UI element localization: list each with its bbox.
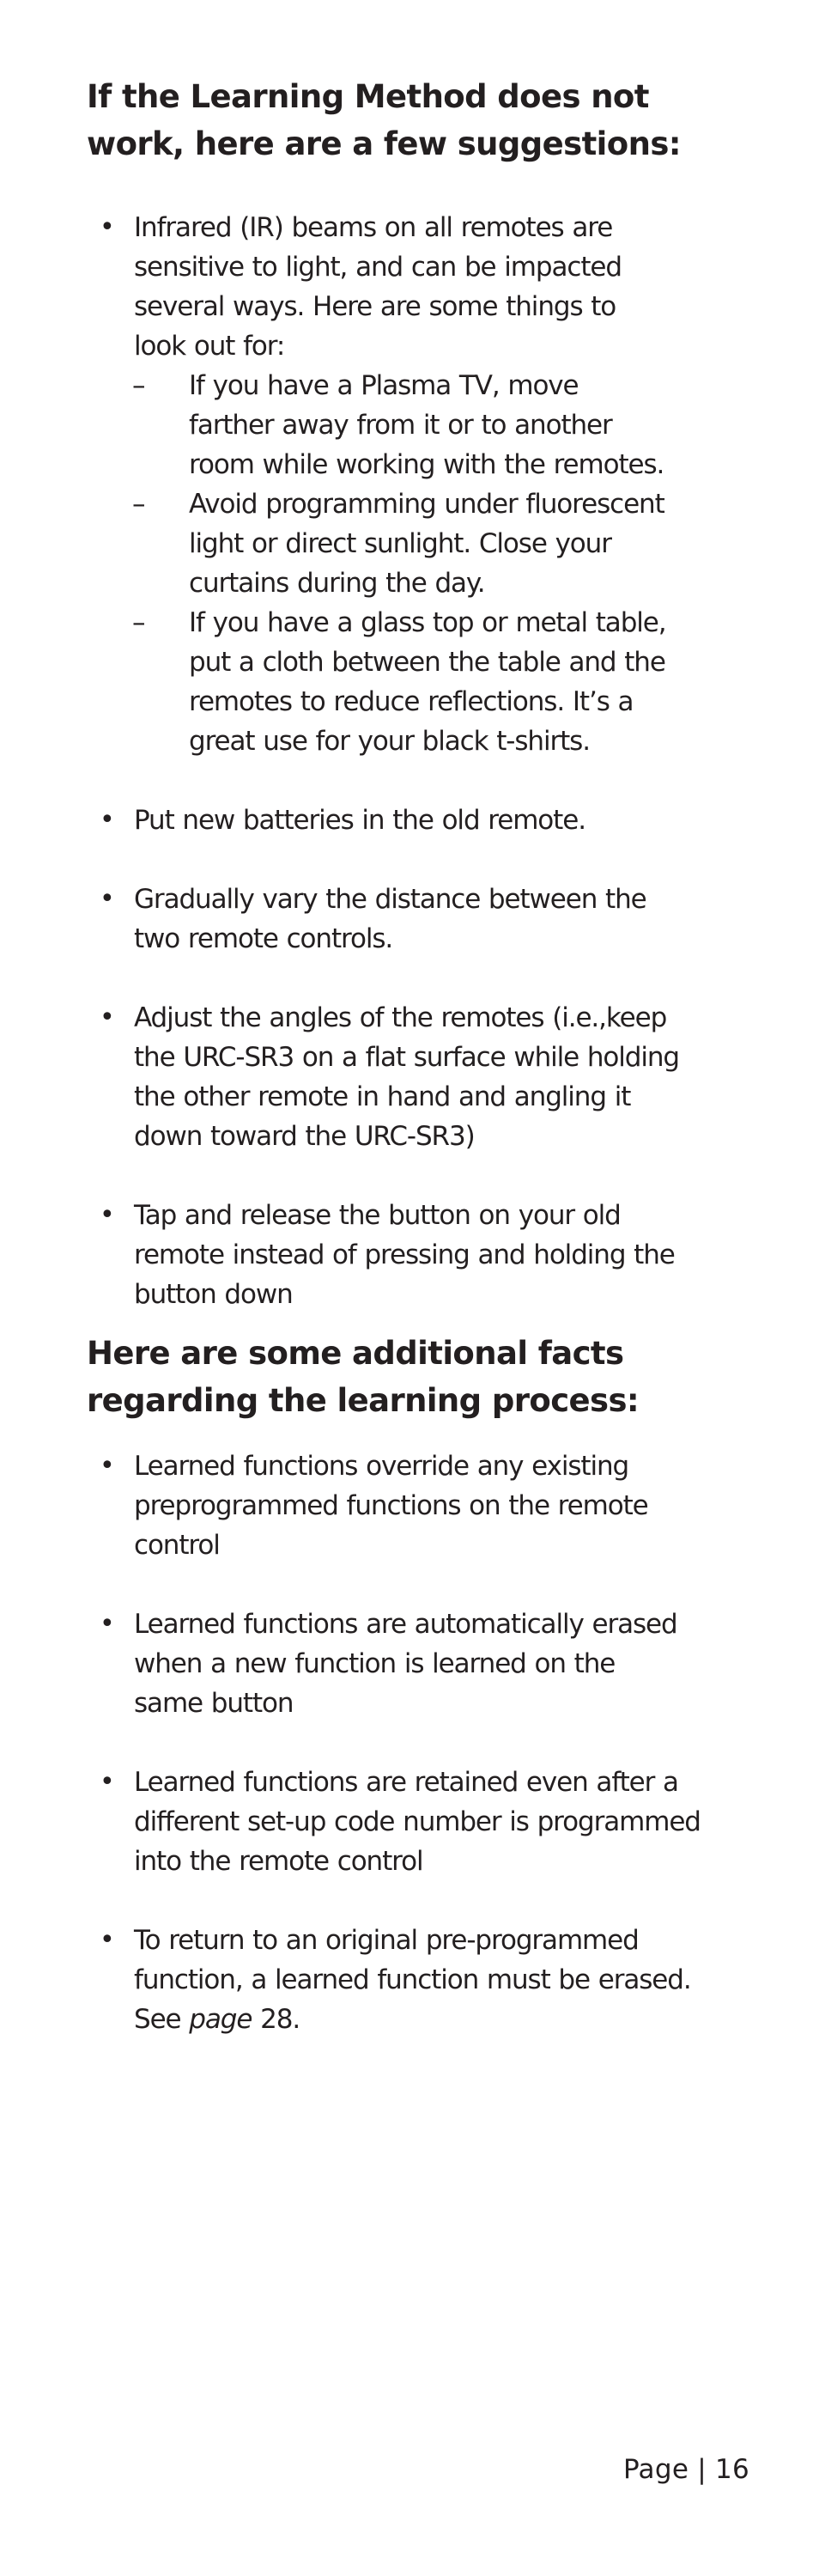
text-line: two remote controls. <box>134 923 393 954</box>
bullet-icon: • <box>100 805 115 835</box>
list-item-text: Gradually vary the distance between the … <box>134 880 769 959</box>
text-line: several ways. Here are some things to <box>134 291 616 322</box>
text-line: remotes to reduce reflections. It’s a <box>189 686 634 717</box>
text-line: sensitive to light, and can be impacted <box>134 252 622 283</box>
suggestions-list: • Infrared (IR) beams on all remotes are… <box>0 208 819 1354</box>
reference-suffix: 28. <box>252 2004 300 2035</box>
list-item-tap-release: • Tap and release the button on your old… <box>0 1196 819 1314</box>
list-item-text: To return to an original pre-programmed … <box>134 1921 769 2039</box>
text-line: farther away from it or to another <box>189 410 613 441</box>
text-line: If you have a Plasma TV, move <box>189 370 579 401</box>
list-item-text: Adjust the angles of the remotes (i.e.,k… <box>134 998 769 1156</box>
list-item-text: Infrared (IR) beams on all remotes are s… <box>134 208 769 366</box>
text-line: when a new function is learned on the <box>134 1648 616 1679</box>
subitem-text: If you have a glass top or metal table, … <box>189 603 773 761</box>
bullet-icon: • <box>100 1200 115 1230</box>
text-line: button down <box>134 1279 294 1310</box>
text-line: Learned functions are automatically eras… <box>134 1609 678 1640</box>
list-item-return-original: • To return to an original pre-programme… <box>0 1921 819 2039</box>
text-line: down toward the URC-SR3) <box>134 1121 476 1152</box>
list-item-auto-erased: • Learned functions are automatically er… <box>0 1605 819 1723</box>
text-line: Tap and release the button on your old <box>134 1200 622 1231</box>
reference-prefix: See <box>134 2004 190 2035</box>
bullet-icon: • <box>100 1925 115 1955</box>
list-item-text: Learned functions override any existing … <box>134 1446 769 1565</box>
list-item-vary-distance: • Gradually vary the distance between th… <box>0 880 819 959</box>
page-number: 16 <box>714 2454 749 2485</box>
text-line: room while working with the remotes. <box>189 449 664 480</box>
text-line: Learned functions are retained even afte… <box>134 1767 679 1798</box>
list-item-text: Learned functions are retained even afte… <box>134 1763 769 1881</box>
text-line: function, a learned function must be era… <box>134 1964 692 1995</box>
text-line: If you have a glass top or metal table, <box>189 607 667 638</box>
text-line: Gradually vary the distance between the <box>134 884 647 915</box>
page-number-footer: Page | 16 <box>623 2450 749 2489</box>
subitem-plasma-tv: – If you have a Plasma TV, move farther … <box>0 366 819 484</box>
list-item-text: Learned functions are automatically eras… <box>134 1605 769 1723</box>
subitem-text: Avoid programming under fluorescent ligh… <box>189 484 773 603</box>
bullet-icon: • <box>100 1002 115 1032</box>
text-line: the URC-SR3 on a flat surface while hold… <box>134 1042 680 1073</box>
ir-tips-sublist: – If you have a Plasma TV, move farther … <box>0 366 819 761</box>
text-line: control <box>134 1530 221 1561</box>
text-line: Put new batteries in the old remote. <box>134 805 586 836</box>
text-line: Avoid programming under fluorescent <box>189 489 665 520</box>
bullet-icon: • <box>100 1767 115 1797</box>
facts-list: • Learned functions override any existin… <box>0 1446 819 2079</box>
text-line: into the remote control <box>134 1846 424 1877</box>
list-item-ir-light: • Infrared (IR) beams on all remotes are… <box>0 208 819 761</box>
text-line: Infrared (IR) beams on all remotes are <box>134 212 613 243</box>
list-item-text: Put new batteries in the old remote. <box>134 801 769 840</box>
list-item-new-batteries: • Put new batteries in the old remote. <box>0 801 819 840</box>
text-line: put a cloth between the table and the <box>189 647 666 678</box>
list-item-override: • Learned functions override any existin… <box>0 1446 819 1565</box>
page-label: Page <box>622 2454 689 2485</box>
text-line: curtains during the day. <box>189 568 486 599</box>
list-item-adjust-angles: • Adjust the angles of the remotes (i.e.… <box>0 998 819 1156</box>
bullet-icon: • <box>100 884 115 914</box>
text-line: remote instead of pressing and holding t… <box>134 1239 676 1270</box>
text-line: the other remote in hand and angling it <box>134 1081 631 1112</box>
text-line: preprogrammed functions on the remote <box>134 1490 649 1521</box>
subitem-fluorescent-light: – Avoid programming under fluorescent li… <box>0 484 819 603</box>
dash-icon: – <box>132 370 146 401</box>
text-line: great use for your black t-shirts. <box>189 726 591 757</box>
section-heading-additional-facts: Here are some additional facts regarding… <box>87 1330 774 1424</box>
text-line: look out for: <box>134 331 285 362</box>
text-line: same button <box>134 1688 294 1719</box>
bullet-icon: • <box>100 1609 115 1639</box>
subitem-glass-table: – If you have a glass top or metal table… <box>0 603 819 761</box>
heading-line: work, here are a few suggestions: <box>87 125 682 162</box>
text-line: different set-up code number is programm… <box>134 1806 701 1837</box>
text-line: light or direct sunlight. Close your <box>189 528 612 559</box>
list-item-retained: • Learned functions are retained even af… <box>0 1763 819 1881</box>
manual-page: If the Learning Method does not work, he… <box>0 0 819 2576</box>
page-reference[interactable]: See page 28. <box>134 2000 769 2039</box>
list-item-text: Tap and release the button on your old r… <box>134 1196 769 1314</box>
text-line: Learned functions override any existing <box>134 1451 629 1482</box>
page-separator: | <box>697 2454 707 2485</box>
text-line: To return to an original pre-programmed <box>134 1925 640 1956</box>
text-line: Adjust the angles of the remotes (i.e.,k… <box>134 1002 667 1033</box>
heading-line: regarding the learning process: <box>87 1382 640 1419</box>
section-heading-troubleshooting: If the Learning Method does not work, he… <box>87 73 774 167</box>
reference-italic: page <box>189 2004 252 2035</box>
bullet-icon: • <box>100 1451 115 1481</box>
subitem-text: If you have a Plasma TV, move farther aw… <box>189 366 773 484</box>
heading-line: Here are some additional facts <box>87 1335 624 1372</box>
bullet-icon: • <box>100 212 115 242</box>
dash-icon: – <box>132 489 146 520</box>
heading-line: If the Learning Method does not <box>87 78 649 115</box>
dash-icon: – <box>132 607 146 638</box>
